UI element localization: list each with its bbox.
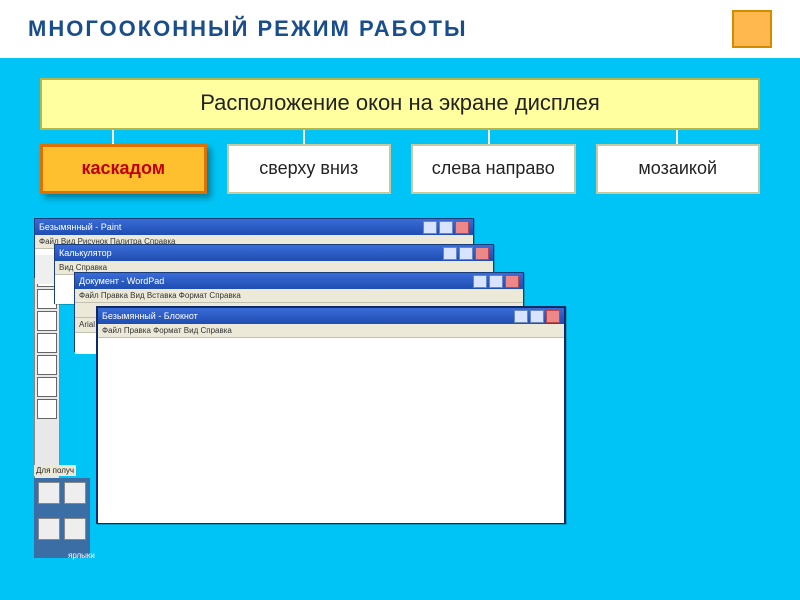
close-icon[interactable]: [475, 247, 489, 260]
desktop-label: ярлыки: [68, 551, 95, 560]
min-icon[interactable]: [423, 221, 437, 234]
close-icon[interactable]: [505, 275, 519, 288]
close-icon[interactable]: [546, 310, 560, 323]
option-topdown[interactable]: сверху вниз: [227, 144, 392, 194]
window-controls: [514, 310, 560, 323]
max-icon[interactable]: [439, 221, 453, 234]
desktop-icon: [64, 482, 86, 504]
header-bar: МНОГООКОННЫЙ РЕЖИМ РАБОТЫ: [0, 0, 800, 58]
min-icon[interactable]: [514, 310, 528, 323]
menubar-wordpad: Файл Правка Вид Вставка Формат Справка: [75, 289, 523, 303]
window-title: Документ - WordPad: [79, 273, 164, 289]
options-row: каскадом сверху вниз слева направо мозаи…: [40, 144, 760, 194]
window-controls: [423, 221, 469, 234]
diagram-header: Расположение окон на экране дисплея: [40, 78, 760, 130]
desktop-label: Для получ: [34, 465, 76, 476]
window-title: Калькулятор: [59, 245, 112, 261]
connector-lines: [40, 130, 760, 144]
desktop-icon: [64, 518, 86, 540]
max-icon[interactable]: [459, 247, 473, 260]
titlebar-wordpad: Документ - WordPad: [75, 273, 523, 289]
min-icon[interactable]: [473, 275, 487, 288]
close-icon[interactable]: [455, 221, 469, 234]
client-notepad: [98, 338, 564, 523]
option-cascade[interactable]: каскадом: [40, 144, 207, 194]
page-title: МНОГООКОННЫЙ РЕЖИМ РАБОТЫ: [28, 16, 468, 42]
min-icon[interactable]: [443, 247, 457, 260]
window-notepad: Безымянный - Блокнот Файл Правка Формат …: [96, 306, 566, 524]
titlebar-paint: Безымянный - Paint: [35, 219, 473, 235]
option-leftright[interactable]: слева направо: [411, 144, 576, 194]
option-mosaic[interactable]: мозаикой: [596, 144, 761, 194]
max-icon[interactable]: [489, 275, 503, 288]
cascade-illustration: Безымянный - Paint Файл Вид Рисунок Пали…: [34, 218, 574, 558]
menubar-notepad: Файл Правка Формат Вид Справка: [98, 324, 564, 338]
max-icon[interactable]: [530, 310, 544, 323]
window-controls: [443, 247, 489, 260]
desktop-icon: [38, 518, 60, 540]
window-controls: [473, 275, 519, 288]
titlebar-calc: Калькулятор: [55, 245, 493, 261]
desktop-icon: [38, 482, 60, 504]
titlebar-notepad: Безымянный - Блокнот: [98, 308, 564, 324]
window-title: Безымянный - Paint: [39, 219, 121, 235]
window-title: Безымянный - Блокнот: [102, 308, 198, 324]
desktop-strip: [34, 478, 90, 558]
corner-nav-box[interactable]: [732, 10, 772, 48]
